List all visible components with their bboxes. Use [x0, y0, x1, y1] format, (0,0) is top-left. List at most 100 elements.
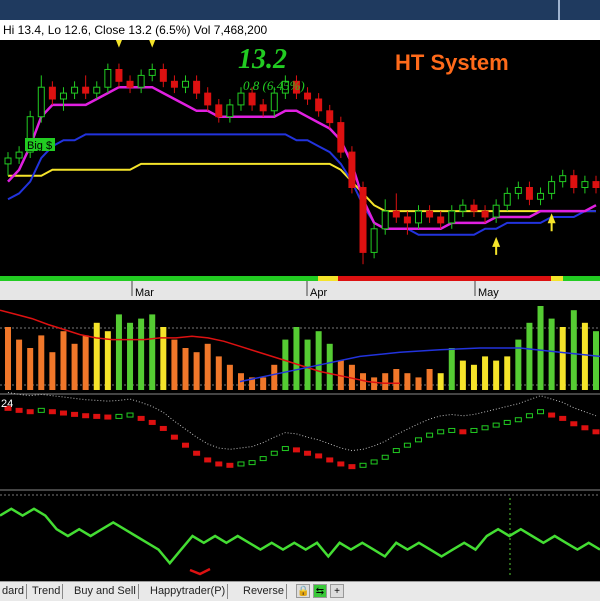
- oscillator-box: [437, 429, 445, 435]
- histogram-bar: [315, 331, 322, 390]
- oscillator-box: [204, 457, 212, 463]
- date-tick-label: Apr: [310, 287, 327, 299]
- oscillator-box: [592, 429, 600, 435]
- add-icon[interactable]: +: [330, 584, 344, 598]
- histogram-bar: [559, 327, 566, 390]
- candle: [115, 69, 123, 82]
- histogram-bar: [171, 339, 178, 390]
- candle: [315, 98, 323, 112]
- oscillator-box: [581, 425, 589, 431]
- candle: [237, 92, 245, 106]
- candle: [226, 104, 234, 118]
- candle: [559, 175, 567, 183]
- histogram-bar: [448, 348, 455, 390]
- candle: [359, 187, 367, 253]
- candle: [470, 204, 478, 212]
- candle: [15, 151, 23, 159]
- histogram-bar: [138, 318, 145, 390]
- change-readout: 0.8 (6.45%): [243, 78, 305, 93]
- candle: [392, 210, 400, 218]
- histogram-bar: [271, 364, 278, 390]
- candle: [381, 210, 389, 230]
- histogram-bar: [115, 314, 122, 390]
- oscillator-box: [525, 413, 533, 419]
- date-tick-label: May: [478, 287, 499, 299]
- oscillator-box: [259, 456, 267, 462]
- histogram-panel[interactable]: [0, 300, 600, 395]
- quote-text: Hi 13.4, Lo 12.6, Close 13.2 (6.5%) Vol …: [3, 23, 268, 37]
- histogram-bar: [193, 352, 200, 390]
- trend-strip-green: [0, 276, 318, 281]
- histogram-bar: [570, 310, 577, 390]
- oscillator-box: [315, 453, 323, 459]
- histogram-bar: [593, 331, 599, 390]
- candle: [104, 69, 112, 88]
- candle: [403, 216, 411, 224]
- histogram-bar: [515, 339, 522, 390]
- histogram-bar: [382, 373, 389, 390]
- oscillator-box: [337, 461, 345, 467]
- tab-standard[interactable]: dard: [0, 584, 28, 599]
- lock-icon[interactable]: 🔒: [296, 584, 310, 598]
- oscillator-box: [426, 432, 434, 438]
- tab-reverse[interactable]: Reverse: [241, 584, 287, 599]
- oscillator-box: [182, 442, 190, 448]
- oscillator-panel[interactable]: [0, 391, 600, 491]
- candle: [126, 80, 134, 88]
- histogram-bar: [49, 352, 56, 390]
- oscillator-box: [448, 427, 456, 433]
- tab-happytrader[interactable]: Happytrader(P): [148, 584, 229, 599]
- candle: [259, 104, 267, 112]
- oscillator-box: [281, 446, 289, 452]
- oscillator-box: [304, 450, 312, 456]
- oscillator-box: [537, 409, 545, 415]
- candle: [503, 192, 511, 206]
- candle: [370, 228, 378, 253]
- oscillator-box: [559, 415, 567, 421]
- candle: [337, 122, 345, 153]
- histogram-bar: [470, 364, 477, 390]
- histogram-bar: [581, 322, 588, 390]
- candle: [459, 204, 467, 212]
- histogram-bar: [82, 335, 89, 390]
- candle: [193, 80, 201, 94]
- chart-area[interactable]: Mar Apr May 13.2 0.8 (6.45%) HT System Big…: [0, 40, 600, 581]
- oscillator-box: [159, 425, 167, 431]
- tab-bar: dard Trend Buy and Sell Happytrader(P) R…: [0, 581, 600, 601]
- oscillator-box: [381, 454, 389, 460]
- oscillator-box: [170, 434, 178, 440]
- histogram-bar: [393, 369, 400, 390]
- oscillator-box: [459, 429, 467, 435]
- candle: [93, 86, 101, 94]
- oscillator-box: [470, 427, 478, 433]
- candle: [426, 210, 434, 218]
- price-readout: 13.2: [238, 44, 287, 75]
- candle: [248, 92, 256, 106]
- window-title-bar: [0, 0, 600, 20]
- oscillator-box: [414, 437, 422, 443]
- tab-trend[interactable]: Trend: [30, 584, 64, 599]
- candle: [137, 74, 145, 88]
- tab-buy-and-sell[interactable]: Buy and Sell: [72, 584, 139, 599]
- candle: [182, 80, 190, 88]
- oscillator-box: [71, 411, 79, 417]
- histogram-bar: [260, 377, 267, 390]
- histogram-bar: [293, 327, 300, 390]
- price-panel[interactable]: [0, 40, 600, 281]
- oscillator-box: [148, 419, 156, 425]
- quote-info-bar: Hi 13.4, Lo 12.6, Close 13.2 (6.5%) Vol …: [0, 20, 600, 40]
- histogram-bar: [426, 369, 433, 390]
- candle: [525, 187, 533, 200]
- histogram-bar: [204, 343, 211, 390]
- oscillator-box: [292, 447, 300, 453]
- candle: [37, 86, 45, 118]
- candle: [548, 181, 556, 194]
- oscillator-box: [115, 413, 123, 419]
- candle: [4, 157, 12, 165]
- date-axis: Mar Apr May: [0, 281, 600, 300]
- step-line-panel[interactable]: [0, 491, 600, 581]
- histogram-bar: [182, 348, 189, 390]
- toggle-icon[interactable]: ⇆: [313, 584, 327, 598]
- oscillator-box: [237, 461, 245, 467]
- histogram-bar: [304, 339, 311, 390]
